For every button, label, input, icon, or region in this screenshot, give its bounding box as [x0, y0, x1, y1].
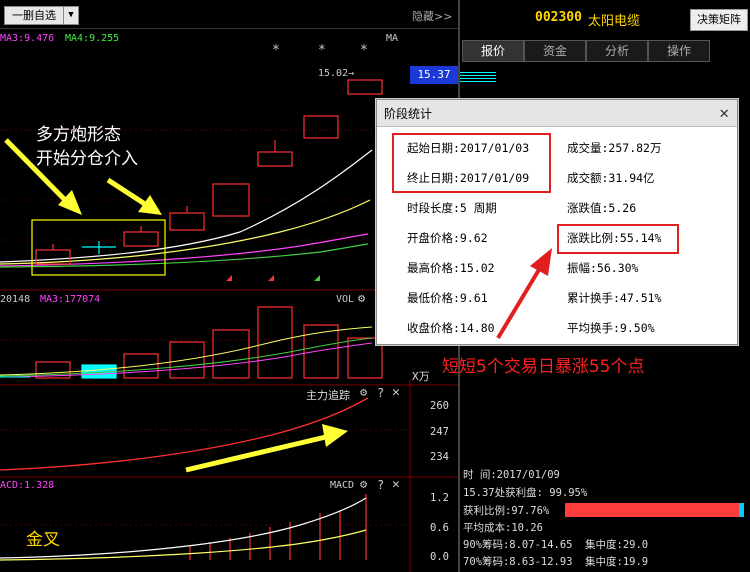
main-force-y-label: 234	[430, 451, 449, 463]
end-date: 终止日期:2017/01/09	[407, 171, 530, 185]
chip-90-concentration: 集中度:29.0	[585, 539, 649, 551]
macd-label: ACD:1.328	[0, 480, 55, 491]
amplitude: 振幅:56.30%	[567, 261, 639, 275]
close-icon[interactable]: ✕	[392, 385, 400, 400]
ma-yellow-line	[0, 199, 371, 265]
gear-icon[interactable]: ⚙	[360, 385, 367, 399]
amount: 成交额:31.94亿	[567, 171, 655, 185]
macd-bars	[189, 494, 367, 560]
volume-bars	[35, 306, 383, 379]
period-length: 时段长度:5 周期	[407, 201, 497, 215]
candlesticks	[35, 79, 383, 265]
gear-icon[interactable]: ⚙	[360, 477, 367, 491]
macd-y-label: 1.2	[430, 492, 449, 504]
chip-90-range: 90%筹码:8.07-14.65	[463, 539, 573, 551]
svg-text:*: *	[272, 43, 280, 58]
volume-ma3-label: MA3:177074	[40, 294, 101, 305]
volume: 成交量:257.82万	[567, 141, 662, 155]
cumulative-turnover: 累计换手:47.51%	[567, 291, 662, 305]
peak-price-label: 15.02→	[318, 68, 355, 79]
pattern-annotation-line2: 开始分仓介入	[36, 149, 138, 169]
ma3-label: MA3:9.476	[0, 33, 55, 44]
profit-ratio-bar	[565, 503, 740, 517]
average-turnover: 平均换手:9.50%	[567, 321, 655, 335]
help-icon[interactable]: ?	[377, 386, 384, 400]
stock-name: 太阳电缆	[588, 14, 641, 29]
pointer-arrows	[4, 138, 348, 473]
tab-funds[interactable]: 资金	[524, 40, 586, 62]
main-force-line	[0, 397, 369, 471]
chip-profit-plate: 15.37处获利盘: 99.95%	[463, 487, 588, 499]
ma4-label: MA4:9.255	[65, 33, 120, 44]
start-date: 起始日期:2017/01/03	[407, 141, 530, 155]
chip-70-concentration: 集中度:19.9	[585, 556, 649, 568]
macd-y-label: 0.0	[430, 551, 449, 563]
change-value: 涨跌值:5.26	[567, 201, 637, 215]
quote-depth-bar	[460, 72, 496, 82]
main-force-title: 主力追踪	[306, 389, 350, 402]
profit-ratio-bar-rest	[739, 503, 744, 517]
volume-title: VOL	[336, 294, 355, 305]
chip-profit-ratio: 获利比例:97.76%	[463, 505, 550, 517]
ma-title: MA	[386, 33, 399, 44]
current-price-tag: 15.37	[410, 66, 458, 84]
volume-left-label: 20148	[0, 294, 31, 305]
macd-y-label: 0.6	[430, 522, 449, 534]
chip-avg-cost: 平均成本:10.26	[463, 522, 543, 534]
chip-70-range: 70%筹码:8.63-12.93	[463, 556, 573, 568]
gear-icon[interactable]: ⚙	[358, 291, 365, 305]
svg-text:*: *	[360, 43, 368, 58]
surge-annotation: 短短5个交易日暴涨55个点	[442, 357, 645, 377]
stock-code: 002300	[535, 10, 582, 25]
chip-time: 时 间:2017/01/09	[463, 469, 560, 481]
tab-analysis[interactable]: 分析	[586, 40, 648, 62]
close-icon[interactable]: ✕	[392, 477, 400, 492]
pattern-annotation-line1: 多方炮形态	[36, 125, 121, 145]
main-force-y-label: 247	[430, 426, 449, 438]
low-price: 最低价格:9.61	[407, 291, 488, 305]
decision-matrix-button[interactable]: 决策矩阵	[690, 9, 748, 31]
tab-quote[interactable]: 报价	[462, 40, 524, 62]
volume-unit: X万	[412, 370, 430, 383]
right-panel-tabs: 报价 资金 分析 操作	[460, 40, 750, 62]
golden-cross-annotation: 金叉	[26, 530, 60, 550]
help-icon[interactable]: ?	[377, 478, 384, 492]
red-pointer-arrow	[496, 248, 552, 340]
tab-operation[interactable]: 操作	[648, 40, 710, 62]
svg-text:*: *	[318, 43, 326, 58]
main-force-y-label: 260	[430, 400, 449, 412]
macd-title: MACD	[330, 480, 355, 491]
open-price: 开盘价格:9.62	[407, 231, 488, 245]
change-ratio: 涨跌比例:55.14%	[567, 231, 662, 245]
dialog-title-bar[interactable]: 阶段统计 ✕	[377, 100, 737, 127]
close-icon[interactable]: ✕	[719, 103, 729, 122]
dialog-title: 阶段统计	[384, 107, 433, 121]
